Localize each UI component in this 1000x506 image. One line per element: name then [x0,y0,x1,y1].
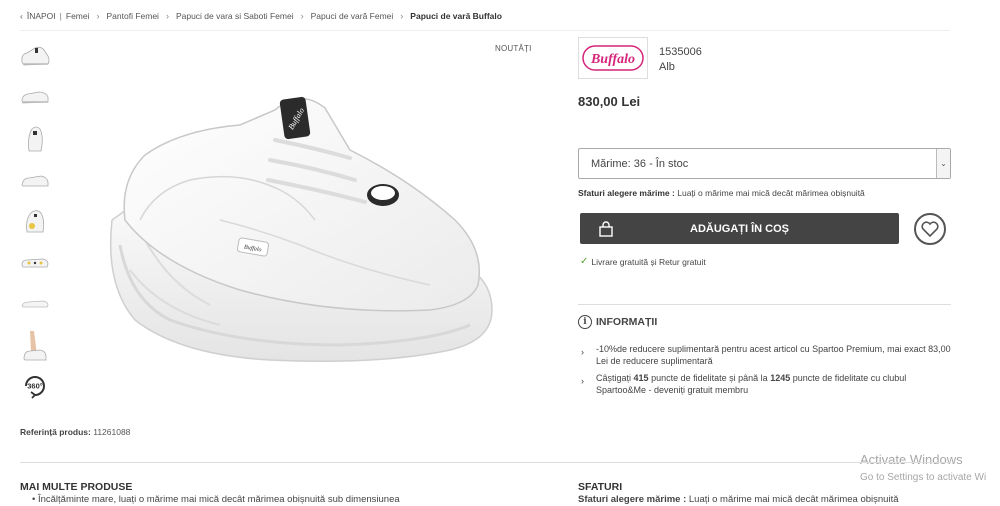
section-divider [578,304,951,305]
view-360-button[interactable]: 360° [18,369,52,403]
more-products-heading: MAI MULTE PRODUSE [20,481,133,493]
back-link[interactable]: ‹ ÎNAPOI [20,11,56,21]
chevron-right-icon: › [400,11,404,21]
advice-text: Sfaturi alegere mărime : Luați o mărime … [578,494,899,505]
sku-number: 1535006 [659,46,702,58]
chevron-right-icon: › [300,11,304,21]
wishlist-button[interactable] [914,213,946,245]
svg-text:Buffalo: Buffalo [590,52,635,67]
size-selected-value: Mărime: 36 - În stoc [591,157,689,170]
windows-activation-watermark: Activate Windows Go to Settings to activ… [860,452,987,483]
info-icon: i [578,315,592,329]
heart-icon [921,221,939,237]
thumbnail-3[interactable] [18,121,52,157]
product-price: 830,00 Lei [578,94,641,109]
advice-heading: SFATURI [578,481,623,493]
breadcrumb-item-summer-slippers[interactable]: Papuci de vara si Saboti Femei [176,11,294,21]
chevron-right-icon: › [581,376,584,386]
header-divider [20,30,950,31]
size-advice: Sfaturi alegere mărime : Luați o mărime … [578,188,865,198]
add-to-cart-label: ADĂUGAȚI ÎN COȘ [690,222,789,235]
thumbnail-1[interactable] [18,38,52,74]
breadcrumb-item-shoes[interactable]: Pantofi Femei [107,11,159,21]
thumbnail-6[interactable] [18,245,52,281]
chevron-right-icon: › [96,11,100,21]
product-color: Alb [659,61,675,73]
rotate-360-icon: 360° [25,376,45,399]
thumbnail-8[interactable] [18,328,52,364]
brand-logo[interactable]: Buffalo [578,37,648,79]
check-icon: ✓ [580,256,589,267]
product-reference: Referință produs: 11261088 [20,427,131,437]
chevron-right-icon: › [581,347,584,357]
add-to-cart-button[interactable]: ADĂUGAȚI ÎN COȘ [580,213,899,244]
buffalo-logo: Buffalo [582,45,644,71]
thumbnail-list: 360° [18,38,54,403]
chevron-down-icon[interactable]: ⌄ [936,149,950,178]
chevron-left-icon: ‹ [20,11,23,21]
breadcrumb: ‹ ÎNAPOI | Femei › Pantofi Femei › Papuc… [20,11,502,21]
info-item-loyalty[interactable]: › Câștigați 415 puncte de fidelitate și … [581,372,951,396]
more-products-item: • Încălțăminte mare, luați o mărime mai … [32,494,400,505]
thumbnail-2[interactable] [18,79,52,115]
thumbnail-5[interactable] [18,204,52,240]
product-image[interactable]: Buffalo Buffalo [100,70,500,400]
svg-text:360°: 360° [27,382,43,391]
breadcrumb-separator: | [59,11,62,21]
thumbnail-4[interactable] [18,162,52,198]
breadcrumb-item-women[interactable]: Femei [66,11,90,21]
info-item-premium[interactable]: › -10%de reducere suplimentară pentru ac… [581,343,951,367]
product-sku: 1535006 Alb [659,45,702,75]
info-heading: i INFORMAȚII [578,315,657,329]
chevron-right-icon: › [165,11,169,21]
delivery-info: ✓ Livrare gratuită și Retur gratuit [580,256,706,267]
breadcrumb-current: Papuci de vară Buffalo [410,11,502,21]
shopping-bag-icon [599,221,613,237]
new-badge: NOUTĂȚI [495,44,532,53]
footer-divider [20,462,950,463]
breadcrumb-item-slippers-women[interactable]: Papuci de vară Femei [311,11,394,21]
size-select[interactable]: Mărime: 36 - În stoc ⌄ [578,148,951,179]
thumbnail-7[interactable] [18,286,52,322]
